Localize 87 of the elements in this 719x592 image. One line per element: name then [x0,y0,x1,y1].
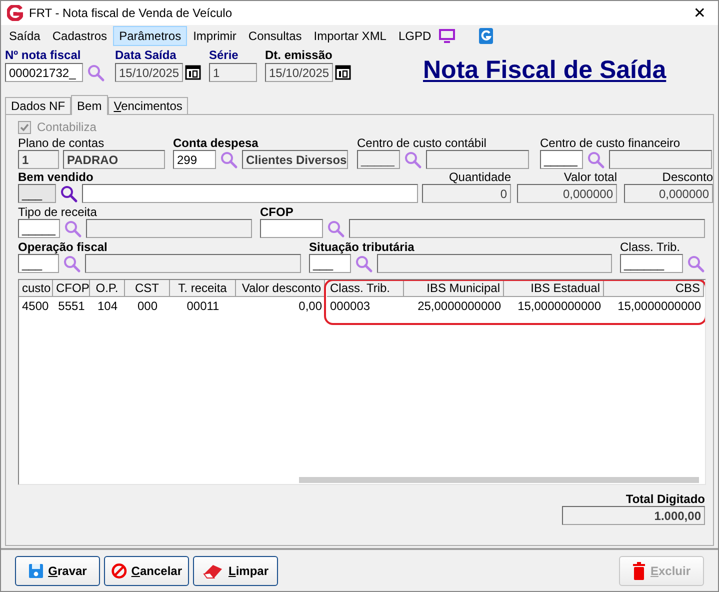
menu-item[interactable]: Cadastros [46,26,114,46]
calendar-icon[interactable] [185,65,201,80]
input-field[interactable]: _____ [18,219,60,238]
table-cell-text: 000003 [329,298,372,315]
input-field[interactable]: _____ [540,150,583,169]
column-header[interactable]: Class. Trib. [327,280,404,297]
input-field[interactable] [85,254,301,273]
calendar-icon[interactable] [335,65,351,80]
input-field[interactable]: 0,000000 [517,184,617,203]
input-field[interactable] [86,219,252,238]
table-cell-text: 5551 [57,298,86,315]
page-title: Nota Fiscal de Saída [423,56,666,85]
app-logo-icon [7,5,23,21]
field-label: Valor total [562,170,617,184]
field-label: Class. Trib. [620,240,682,254]
column-header[interactable]: Valor desconto [236,280,325,297]
tab[interactable]: Vencimentos [108,97,188,114]
input-field[interactable]: 000021732_ [5,63,83,82]
input-field[interactable] [377,254,612,273]
search-icon[interactable] [60,184,78,202]
eraser-icon [202,562,224,578]
menu-item[interactable]: Saída [3,26,46,46]
action-button[interactable]: Cancelar [104,556,189,586]
column-header[interactable]: CST [125,280,170,297]
input-field[interactable] [609,150,712,169]
input-field[interactable] [82,184,418,203]
checkbox-label: Contabiliza [37,120,96,134]
field-label: Série [209,48,240,63]
action-button[interactable]: Gravar [15,556,100,586]
input-field[interactable]: 0 [422,184,511,203]
field-label: Tipo de receita [18,205,98,219]
field-label: Desconto [661,170,713,184]
scrollbar-thumb[interactable] [299,477,699,483]
field-label: Bem vendido [18,170,94,184]
column-header[interactable]: IBS Estadual [504,280,604,297]
field-label: Centro de custo contábil [357,136,488,150]
field-label: Operação fiscal [18,240,108,254]
field-label: Total Digitado [626,492,705,506]
action-button[interactable]: Limpar [193,556,278,586]
field-label: Nº nota fiscal [5,48,82,63]
field-label: Plano de contas [18,136,106,150]
input-field[interactable] [348,219,705,238]
column-header[interactable]: CFOP [53,280,90,297]
input-field[interactable] [426,150,529,169]
field-label: Quantidade [448,170,511,184]
table-cell-text: 000 [136,298,159,315]
monitor-icon[interactable] [439,29,456,43]
table-cell-text: 15,0000000000 [516,298,602,315]
input-field[interactable]: 0,000000 [624,184,713,203]
tab[interactable]: Dados NF [5,97,72,114]
menu-item[interactable]: Parâmetros [113,26,188,46]
field-label: Conta despesa [173,136,260,150]
close-button[interactable]: ✕ [687,4,712,22]
menu-item[interactable]: Importar XML [308,26,392,46]
field-label: Dt. emissão [265,48,334,63]
table-cell-text: 00011 [186,298,220,315]
input-field[interactable]: 1 [209,63,257,82]
input-field[interactable]: ___ [18,184,56,203]
input-field[interactable]: 1.000,00 [562,506,705,525]
column-header[interactable]: T. receita [170,280,236,297]
prohibited-icon [111,562,128,580]
table-cell-text: 4500 [21,298,50,315]
input-field[interactable]: ___ [18,254,59,273]
menu-item[interactable]: Imprimir [187,26,242,46]
input-field[interactable]: 15/10/2025 [115,63,183,82]
table-cell-text: 0,00 [298,298,323,315]
input-field[interactable]: 15/10/2025 [265,63,333,82]
column-header[interactable]: custo [19,280,53,297]
column-header[interactable]: IBS Municipal [404,280,504,297]
trash-icon [632,562,646,580]
column-header[interactable]: CBS [604,280,704,297]
field-label: CFOP [260,205,294,219]
window-title: FRT - Nota fiscal de Venda de Veículo [29,6,234,20]
app-logo-icon[interactable] [479,28,494,44]
field-label: Data Saída [115,48,178,63]
input-field[interactable]: ___ [309,254,351,273]
input-field[interactable]: ______ [620,254,683,273]
table-cell-text: 25,0000000000 [416,298,502,315]
menu-item[interactable]: LGPD [392,26,438,46]
field-label: Centro de custo financeiro [540,136,682,150]
column-header[interactable]: O.P. [90,280,125,297]
table-cell-text: 15,0000000000 [616,298,702,315]
table-cell-text: 104 [96,298,119,315]
tab[interactable]: Bem [71,95,108,115]
input-field[interactable] [260,219,323,238]
menu-item[interactable]: Consultas [242,26,308,46]
field-label: Situação tributária [309,240,416,254]
